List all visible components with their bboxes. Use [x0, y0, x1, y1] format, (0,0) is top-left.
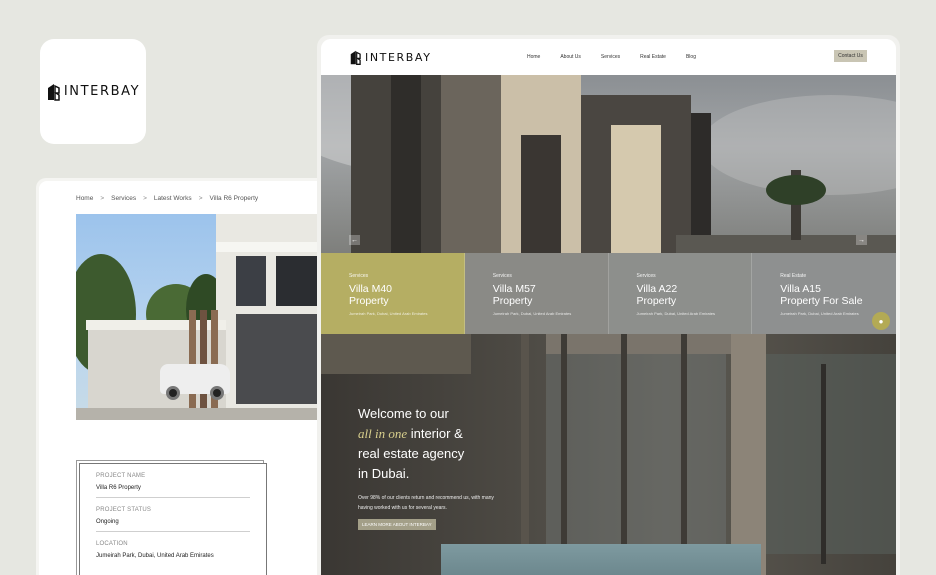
welcome-line-1: Welcome to our [358, 406, 449, 421]
card-category: Services [492, 273, 512, 279]
card-category: Real Estate [780, 273, 807, 279]
card-title: Villa M57 Property [492, 283, 536, 307]
card-location: Jumeirah Park, Dubai, United Arab Emirat… [492, 311, 572, 316]
nav-menu: Home About Us Services Real Estate Blog [527, 54, 716, 60]
villa-photo [76, 214, 336, 420]
interbay-logo-icon [47, 83, 60, 101]
nav-item-home[interactable]: Home [527, 54, 540, 60]
property-card[interactable]: Services Villa M57 Property Jumeirah Par… [464, 253, 609, 334]
project-name-value: Villa R6 Property [96, 485, 250, 498]
project-info-box: PROJECT NAME Villa R6 Property PROJECT S… [79, 463, 267, 575]
breadcrumb-services[interactable]: Services [111, 195, 136, 202]
card-category: Services [349, 273, 369, 279]
interbay-logo-icon [350, 50, 361, 65]
location-value: Jumeirah Park, Dubai, United Arab Emirat… [96, 553, 214, 559]
welcome-line-4: in Dubai. [358, 466, 410, 481]
welcome-line-2-rest: interior & [407, 426, 463, 441]
project-status-value: Ongoing [96, 519, 250, 532]
hero-slider: ← → [321, 75, 896, 253]
property-card[interactable]: Services Villa A22 Property Jumeirah Par… [608, 253, 753, 334]
learn-more-button[interactable]: LEARN MORE ABOUT INTERBAY [358, 519, 436, 530]
card-title: Villa A15 Property For Sale [780, 283, 863, 307]
slider-next-arrow-icon[interactable]: → [856, 235, 867, 245]
card-title: Villa M40 Property [349, 283, 392, 307]
slider-prev-arrow-icon[interactable]: ← [349, 235, 360, 245]
welcome-heading: Welcome to our all in one interior & rea… [358, 404, 464, 484]
breadcrumb-home[interactable]: Home [76, 195, 93, 202]
property-cards: Services Villa M40 Property Jumeirah Par… [321, 253, 896, 334]
top-navigation: INTERBAY Home About Us Services Real Est… [321, 39, 896, 75]
card-category: Services [636, 273, 656, 279]
nav-item-blog[interactable]: Blog [686, 54, 696, 60]
card-location: Jumeirah Park, Dubai, United Arab Emirat… [636, 311, 715, 316]
card-title: Villa A22 Property [636, 283, 678, 307]
breadcrumb-current: Villa R6 Property [209, 195, 259, 202]
breadcrumb: Home > Services > Latest Works > Villa R… [76, 195, 258, 202]
project-detail-page: Home > Services > Latest Works > Villa R… [36, 178, 336, 575]
welcome-section: Welcome to our all in one interior & rea… [321, 334, 896, 575]
project-status-label: PROJECT STATUS [96, 507, 152, 513]
breadcrumb-latest-works[interactable]: Latest Works [154, 195, 192, 202]
project-name-label: PROJECT NAME [96, 473, 146, 479]
welcome-accent: all in one [358, 426, 408, 441]
breadcrumb-separator: > [198, 195, 203, 202]
nav-item-real-estate[interactable]: Real Estate [640, 54, 666, 60]
contact-us-button[interactable]: Contact Us [834, 50, 867, 62]
welcome-line-2: all in one interior & [358, 424, 464, 444]
nav-item-services[interactable]: Services [601, 54, 620, 60]
welcome-line-3: real estate agency [358, 446, 465, 461]
card-location: Jumeirah Park, Dubai, United Arab Emirat… [349, 311, 428, 316]
homepage-window: INTERBAY Home About Us Services Real Est… [317, 35, 900, 575]
chat-bubble-icon[interactable]: ● [872, 312, 890, 330]
brand-name: INTERBAY [63, 84, 141, 99]
nav-brand-name: INTERBAY [365, 51, 432, 64]
nav-item-about[interactable]: About Us [560, 54, 581, 60]
breadcrumb-separator: > [100, 195, 105, 202]
property-card[interactable]: Services Villa M40 Property Jumeirah Par… [321, 253, 465, 334]
welcome-description: Over 98% of our clients return and recom… [358, 495, 494, 511]
location-label: LOCATION [96, 541, 128, 547]
nav-brand[interactable]: INTERBAY [349, 49, 432, 66]
brand-logo-card: INTERBAY [40, 39, 146, 144]
breadcrumb-separator: > [143, 195, 147, 202]
